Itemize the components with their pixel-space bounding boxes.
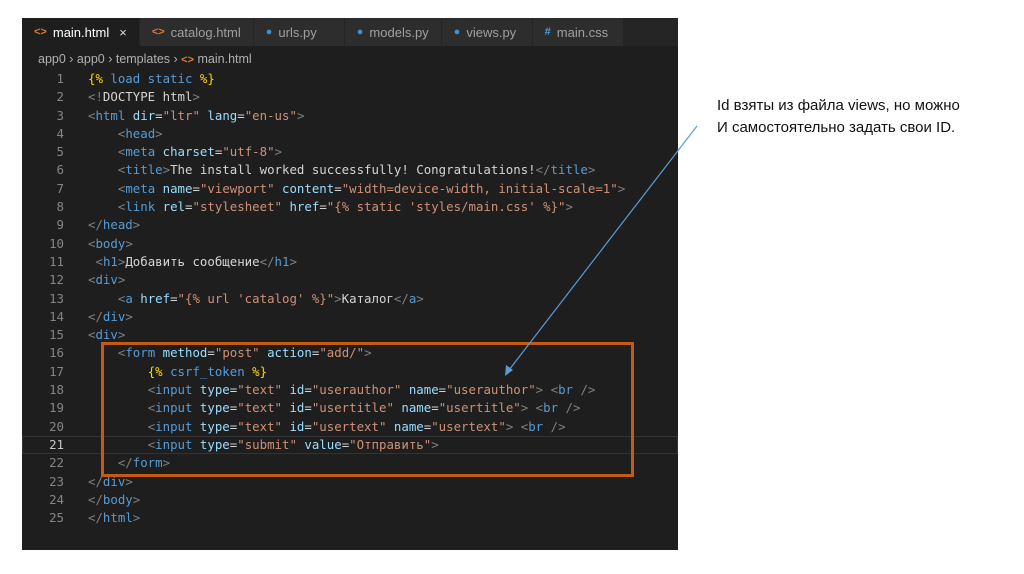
annotation-line-2: И самостоятельно задать свои ID. — [717, 119, 956, 136]
arrow-line — [508, 125, 698, 371]
annotation-text: Id взяты из файла views, но можно И само… — [717, 95, 960, 139]
annotation-line-1: Id взяты из файла views, но можно — [717, 97, 960, 114]
annotation-arrow — [505, 125, 698, 376]
